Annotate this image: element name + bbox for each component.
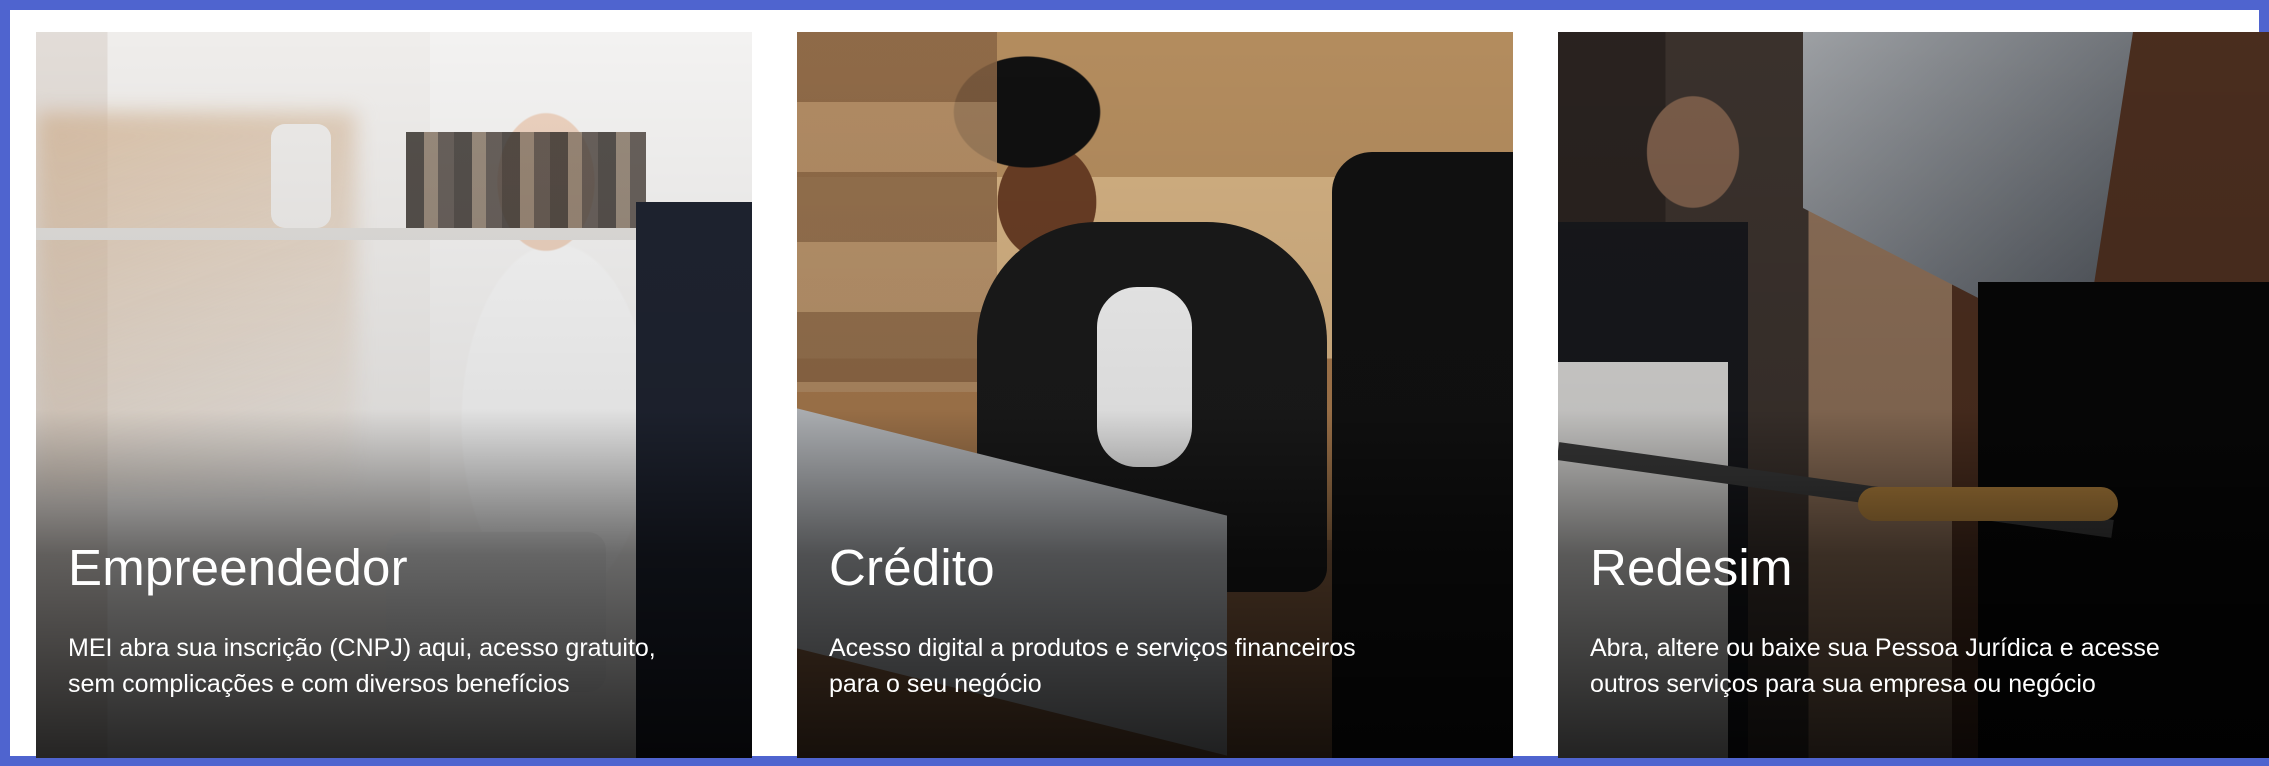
card-content: Empreendedor MEI abra sua inscrição (CNP… (68, 539, 722, 703)
card-redesim[interactable]: Redesim Abra, altere ou baixe sua Pessoa… (1558, 32, 2269, 758)
card-description: Acesso digital a produtos e serviços fin… (829, 630, 1479, 703)
card-description: MEI abra sua inscrição (CNPJ) aqui, aces… (68, 630, 718, 703)
card-description-line-1: Acesso digital a produtos e serviços fin… (829, 634, 1356, 663)
card-title: Empreendedor (68, 539, 408, 596)
card-description-line-2: para o seu negócio (829, 670, 1042, 699)
card-content: Crédito Acesso digital a produtos e serv… (829, 539, 1483, 703)
screenshot-frame: Empreendedor MEI abra sua inscrição (CNP… (0, 0, 2269, 766)
card-description-line-1: MEI abra sua inscrição (CNPJ) aqui, aces… (68, 634, 656, 663)
card-description: Abra, altere ou baixe sua Pessoa Jurídic… (1590, 630, 2240, 703)
card-credito[interactable]: Crédito Acesso digital a produtos e serv… (797, 32, 1513, 758)
card-content: Redesim Abra, altere ou baixe sua Pessoa… (1590, 539, 2244, 703)
card-title: Redesim (1590, 539, 1793, 596)
card-description-line-2: outros serviços para sua empresa ou negó… (1590, 670, 2096, 699)
card-description-line-1: Abra, altere ou baixe sua Pessoa Jurídic… (1590, 634, 2160, 663)
card-title: Crédito (829, 539, 995, 596)
card-description-line-2: sem complicações e com diversos benefíci… (68, 670, 570, 699)
card-empreendedor[interactable]: Empreendedor MEI abra sua inscrição (CNP… (36, 32, 752, 758)
service-cards-grid: Empreendedor MEI abra sua inscrição (CNP… (24, 24, 2269, 762)
